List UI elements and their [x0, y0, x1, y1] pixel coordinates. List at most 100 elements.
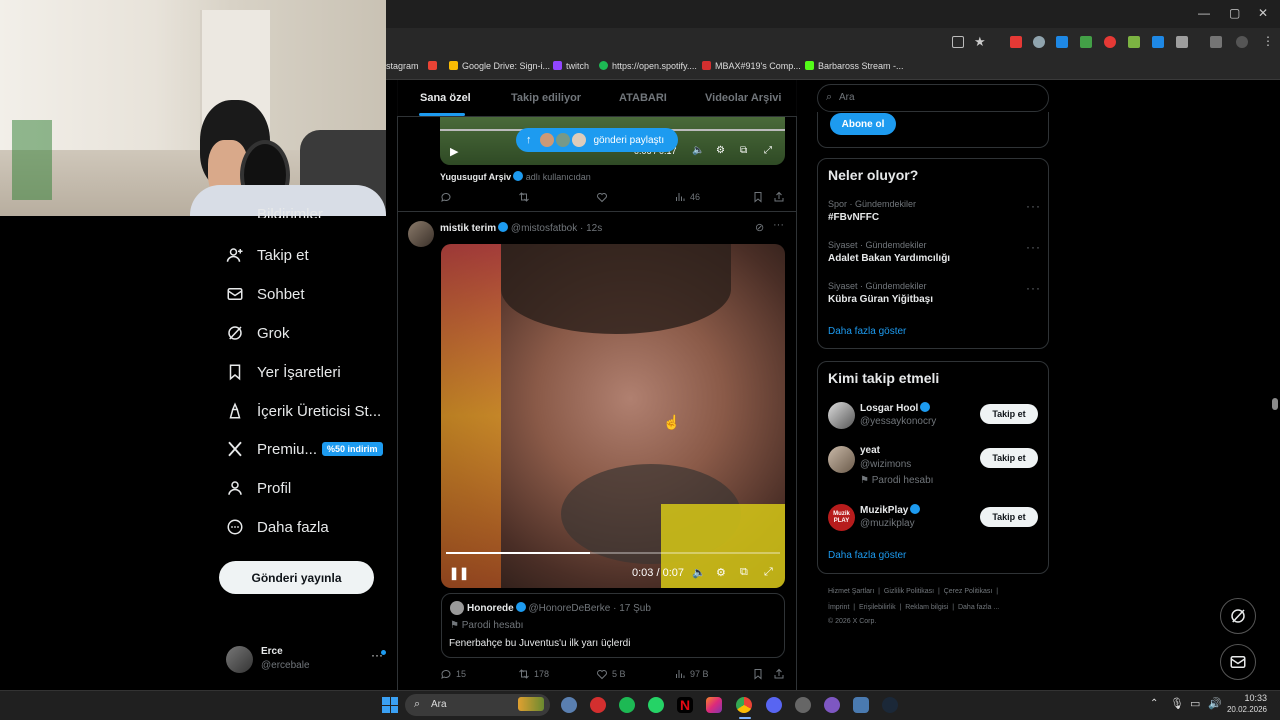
tab-atabari[interactable]: ATABARI — [619, 92, 667, 104]
suggestion-name[interactable]: MuzikPlay — [860, 504, 921, 516]
nav-more[interactable]: Daha fazla — [226, 515, 329, 539]
account-avatar[interactable] — [226, 646, 253, 673]
netflix-icon[interactable]: N — [677, 697, 693, 713]
puzzle-icon[interactable] — [1176, 36, 1188, 48]
author-avatar[interactable] — [408, 221, 434, 247]
repost-button[interactable] — [518, 191, 530, 203]
chrome-icon[interactable] — [736, 697, 752, 713]
new-posts-pill[interactable]: ↑ gönderi paylaştı — [516, 128, 678, 152]
nav-chat[interactable]: Sohbet — [226, 282, 305, 306]
reply-button[interactable] — [440, 191, 452, 203]
grok-explain-icon[interactable]: ⊘ — [755, 221, 764, 234]
nav-notifications[interactable]: Bildirimler — [226, 206, 323, 218]
profile-avatar-icon[interactable] — [1236, 36, 1248, 48]
trend-name[interactable]: #FBvNFFC — [828, 212, 879, 223]
shield-extension-icon[interactable] — [1033, 36, 1045, 48]
bookmark-button[interactable] — [752, 668, 764, 680]
network-icon[interactable]: ▭ — [1190, 697, 1200, 710]
play-icon[interactable]: ▶ — [450, 145, 458, 158]
bookmark-gmail[interactable] — [428, 61, 441, 71]
tab-following[interactable]: Takip ediliyor — [511, 92, 581, 104]
app-icon[interactable] — [824, 697, 840, 713]
tab-video-archive[interactable]: Videolar Arşivi — [705, 92, 781, 104]
volume-icon[interactable]: 🔈 — [692, 566, 706, 579]
nav-grok[interactable]: Grok — [226, 321, 290, 345]
author-handle[interactable]: @mistosfatbok — [511, 223, 577, 234]
footer-link[interactable]: Çerez Politikası — [944, 588, 993, 595]
messages-fab[interactable] — [1220, 644, 1256, 680]
clock-date[interactable]: 20.02.2026 — [1217, 705, 1267, 714]
steam-icon[interactable] — [882, 697, 898, 713]
spotify-icon[interactable] — [619, 697, 635, 713]
extension-icon[interactable] — [1080, 36, 1092, 48]
settings-app-icon[interactable] — [561, 697, 577, 713]
pip-icon[interactable]: ⧉ — [740, 566, 748, 579]
trend-more-icon[interactable]: ··· — [1026, 240, 1041, 254]
like-button[interactable] — [596, 191, 608, 203]
extension-icon[interactable] — [1128, 36, 1140, 48]
post-time[interactable]: 12s — [586, 223, 602, 234]
close-window-button[interactable]: ✕ — [1258, 6, 1268, 20]
trend-name[interactable]: Adalet Bakan Yardımcılığı — [828, 253, 950, 264]
bookmark-drive[interactable]: Google Drive: Sign-i... — [449, 61, 550, 71]
follow-button[interactable]: Takip et — [980, 404, 1038, 424]
pip-icon[interactable]: ⧉ — [740, 145, 747, 156]
author-name[interactable]: mistik terim — [440, 223, 496, 234]
volume-icon[interactable]: 🔈 — [692, 145, 704, 156]
follow-show-more[interactable]: Daha fazla göster — [828, 550, 906, 561]
extension-icon[interactable] — [1056, 36, 1068, 48]
media-icon[interactable] — [1210, 36, 1222, 48]
extension-icon[interactable] — [1104, 36, 1116, 48]
tray-chevron-icon[interactable]: ⌃ — [1150, 698, 1158, 709]
pause-icon[interactable]: ❚❚ — [449, 566, 469, 580]
trend-more-icon[interactable]: ··· — [1026, 281, 1041, 295]
subscribe-button[interactable]: Abone ol — [830, 113, 896, 135]
footer-link[interactable]: Hizmet Şartları — [828, 588, 874, 595]
repost-button[interactable]: 178 — [518, 668, 549, 680]
post-button[interactable]: Gönderi yayınla — [219, 561, 374, 594]
instagram-icon[interactable] — [706, 697, 722, 713]
views-button[interactable]: 97 B — [674, 668, 709, 680]
suggestion-name[interactable]: Losgar Hool — [860, 402, 931, 414]
bookmark-mbax[interactable]: MBAX#919's Comp... — [702, 61, 801, 71]
share-button[interactable] — [773, 191, 785, 203]
discord-icon[interactable] — [766, 697, 782, 713]
video-progress-track[interactable] — [446, 552, 780, 554]
muzikplay-logo[interactable]: Muzik PLAY — [828, 504, 855, 531]
footer-link[interactable]: Erişilebilirlik — [859, 604, 896, 611]
clock-time[interactable]: 10:33 — [1229, 693, 1267, 703]
tab-for-you[interactable]: Sana özel — [420, 92, 471, 104]
share-button[interactable] — [773, 668, 785, 680]
start-icon[interactable] — [382, 697, 398, 713]
extension-icon[interactable] — [1152, 36, 1164, 48]
footer-link[interactable]: Daha fazla ... — [958, 604, 999, 611]
nav-bookmarks[interactable]: Yer İşaretleri — [226, 360, 341, 384]
footer-link[interactable]: Gizlilik Politikası — [884, 588, 934, 595]
suggestion-avatar[interactable] — [828, 402, 855, 429]
post-video[interactable] — [441, 244, 785, 588]
footer-link[interactable]: İmprint — [828, 604, 849, 611]
trend-name[interactable]: Kübra Güran Yiğitbaşı — [828, 294, 933, 305]
reply-button[interactable]: 15 — [440, 668, 466, 680]
quote-attribution[interactable]: Yugusuguf Arşiv adlı kullanıcıdan — [440, 171, 591, 182]
bookmark-button[interactable] — [752, 191, 764, 203]
whatsapp-icon[interactable] — [648, 697, 664, 713]
menu-icon[interactable]: ⋮ — [1262, 34, 1274, 48]
trend-more-icon[interactable]: ··· — [1026, 199, 1041, 213]
maximize-button[interactable]: ▢ — [1229, 6, 1240, 20]
app-icon[interactable] — [795, 697, 811, 713]
like-button[interactable]: 5 B — [596, 668, 626, 680]
suggestion-avatar[interactable] — [828, 446, 855, 473]
bookmark-spotify[interactable]: https://open.spotify.... — [599, 61, 697, 71]
star-icon[interactable]: ★ — [974, 34, 986, 50]
bookmark-instagram[interactable]: stagram — [386, 61, 419, 71]
page-scrollbar-thumb[interactable] — [1272, 398, 1278, 410]
follow-button[interactable]: Takip et — [980, 507, 1038, 527]
settings-icon[interactable]: ⚙ — [716, 145, 725, 156]
follow-button[interactable]: Takip et — [980, 448, 1038, 468]
nav-profile[interactable]: Profil — [226, 476, 291, 500]
bookmark-twitch[interactable]: twitch — [553, 61, 589, 71]
views-button[interactable]: 46 — [674, 191, 700, 203]
fullscreen-icon[interactable]: ⤢ — [764, 145, 772, 156]
minimize-button[interactable]: — — [1198, 6, 1210, 20]
